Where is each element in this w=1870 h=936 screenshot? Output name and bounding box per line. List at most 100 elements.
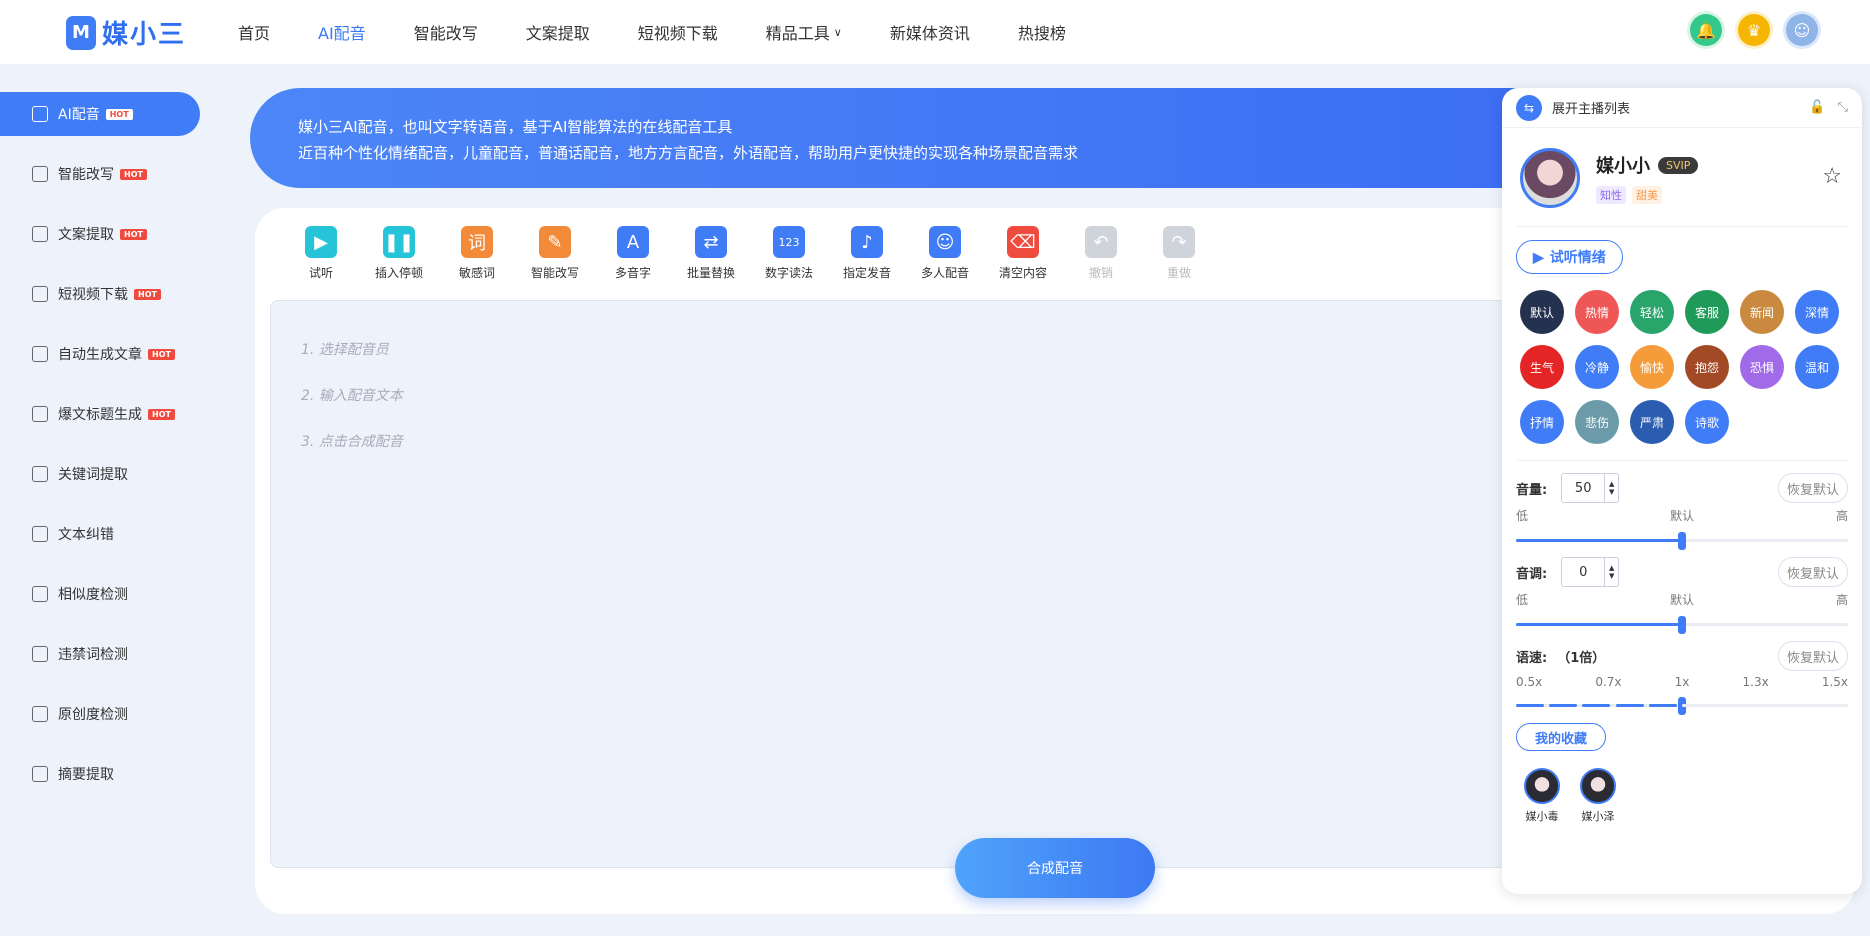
- placeholder-hint: 3. 点击合成配音: [301, 434, 403, 450]
- emotion-option[interactable]: 严肃: [1630, 400, 1674, 444]
- toolbar-button[interactable]: ⇄ 批量替换: [675, 226, 747, 281]
- toolbar-button[interactable]: ❚❚ 插入停顿: [363, 226, 435, 281]
- nav-item[interactable]: 短视频下载: [638, 20, 718, 44]
- emotion-option[interactable]: 深情: [1795, 290, 1839, 334]
- speaker-profile: 媒小小 SVIP 知性 甜美: [1520, 148, 1699, 208]
- nav-item[interactable]: 热搜榜: [1018, 20, 1066, 44]
- collapse-icon[interactable]: ⤡: [1838, 100, 1848, 115]
- pitch-reset-button[interactable]: 恢复默认: [1777, 557, 1848, 587]
- decrement-icon[interactable]: ▼: [1609, 572, 1614, 580]
- emotion-option[interactable]: 热情: [1575, 290, 1619, 334]
- toolbar-button[interactable]: ☺ 多人配音: [909, 226, 981, 281]
- sidebar-item[interactable]: 原创度检测: [0, 692, 210, 736]
- emotion-option[interactable]: 诗歌: [1685, 400, 1729, 444]
- sidebar-item[interactable]: 违禁词检测: [0, 632, 210, 676]
- unlock-icon[interactable]: 🔓: [1809, 100, 1825, 115]
- emotion-option[interactable]: 轻松: [1630, 290, 1674, 334]
- volume-slider[interactable]: [1516, 530, 1848, 550]
- emotion-option[interactable]: 抒情: [1520, 400, 1564, 444]
- toolbar-button[interactable]: ✎ 智能改写: [519, 226, 591, 281]
- nav-item[interactable]: 首页: [238, 20, 270, 44]
- sidebar-item-label: 文案提取: [58, 227, 114, 243]
- emotion-option[interactable]: 客服: [1685, 290, 1729, 334]
- emotion-option[interactable]: 默认: [1520, 290, 1564, 334]
- toolbar-button-label: 指定发音: [842, 266, 891, 280]
- emotion-option[interactable]: 生气: [1520, 345, 1564, 389]
- my-favorites-button[interactable]: 我的收藏: [1516, 723, 1607, 751]
- toolbar-button[interactable]: ▶ 试听: [285, 226, 357, 281]
- speed-reset-button[interactable]: 恢复默认: [1777, 641, 1848, 671]
- emotion-option[interactable]: 新闻: [1740, 290, 1784, 334]
- swap-icon[interactable]: ⇆: [1516, 94, 1542, 121]
- toolbar-button[interactable]: ↶ 撤销: [1065, 226, 1137, 281]
- sidebar-item-label: 文本纠错: [58, 527, 114, 543]
- user-avatar[interactable]: ☺: [1786, 14, 1818, 46]
- decrement-icon[interactable]: ▼: [1609, 488, 1614, 496]
- intro-banner: 媒小三AI配音，也叫文字转语音，基于AI智能算法的在线配音工具 近百种个性化情绪…: [250, 88, 1540, 188]
- toolbar-button[interactable]: A 多音字: [597, 226, 669, 281]
- volume-slider-thumb[interactable]: [1678, 532, 1686, 550]
- sidebar-item-label: 自动生成文章: [58, 347, 142, 363]
- nav-item[interactable]: 文案提取: [526, 20, 590, 44]
- listen-emotion-label: 试听情绪: [1549, 249, 1606, 265]
- emotion-option[interactable]: 冷静: [1575, 345, 1619, 389]
- star-icon[interactable]: ☆: [1822, 164, 1842, 189]
- logo[interactable]: M 媒小三: [66, 14, 186, 51]
- undo-icon: ↶: [1085, 226, 1117, 258]
- volume-stepper[interactable]: 50 ▲ ▼: [1561, 473, 1620, 503]
- bell-icon[interactable]: 🔔: [1690, 14, 1722, 46]
- sidebar-item[interactable]: 文案提取 HOT: [0, 212, 210, 256]
- pitch-stepper[interactable]: 0 ▲ ▼: [1561, 557, 1620, 587]
- toolbar-button[interactable]: ♪ 指定发音: [831, 226, 903, 281]
- favorite-speaker[interactable]: 媒小泽: [1580, 768, 1616, 824]
- nav-item[interactable]: 新媒体资讯: [890, 20, 970, 44]
- sidebar-item[interactable]: 智能改写 HOT: [0, 152, 210, 196]
- speed-segment: [1715, 704, 1744, 707]
- nav-item[interactable]: AI配音: [318, 20, 366, 44]
- toolbar-button-label: 插入停顿: [374, 266, 423, 280]
- toolbar-button[interactable]: 词敏感词: [441, 226, 513, 281]
- pitch-slider[interactable]: [1516, 614, 1848, 634]
- sidebar-item[interactable]: 爆文标题生成 HOT: [0, 392, 210, 436]
- pitch-value: 0: [1579, 564, 1588, 580]
- banner-line-1: 媒小三AI配音，也叫文字转语音，基于AI智能算法的在线配音工具: [298, 118, 733, 136]
- speed-segment: [1748, 704, 1777, 707]
- emotion-option[interactable]: 抱怨: [1685, 345, 1729, 389]
- increment-icon[interactable]: ▲: [1609, 564, 1614, 572]
- nav-item-label: 首页: [238, 24, 271, 43]
- play-icon: ▶: [1533, 248, 1544, 265]
- volume-reset-button[interactable]: 恢复默认: [1777, 473, 1848, 503]
- expand-speaker-list[interactable]: 展开主播列表: [1552, 98, 1630, 117]
- favorite-speaker[interactable]: 媒小毒: [1524, 768, 1560, 824]
- listen-emotion-button[interactable]: ▶ 试听情绪: [1516, 240, 1623, 274]
- emotion-option[interactable]: 悲伤: [1575, 400, 1619, 444]
- sidebar-item[interactable]: 短视频下载 HOT: [0, 272, 210, 316]
- placeholder-hint: 2. 输入配音文本: [301, 388, 403, 404]
- sidebar-item[interactable]: 文本纠错: [0, 512, 210, 556]
- toolbar-button[interactable]: 123 数字读法: [753, 226, 825, 281]
- nav-item[interactable]: 精品工具 ∨: [766, 20, 842, 44]
- crown-icon[interactable]: ♛: [1738, 14, 1770, 46]
- sidebar-item[interactable]: 关键词提取: [0, 452, 210, 496]
- increment-icon[interactable]: ▲: [1609, 480, 1614, 488]
- text-input-area[interactable]: 1. 选择配音员 2. 输入配音文本 3. 点击合成配音: [270, 300, 1560, 868]
- magnify-icon: [32, 586, 48, 602]
- sidebar-item[interactable]: 相似度检测: [0, 572, 210, 616]
- emotion-option[interactable]: 恐惧: [1740, 345, 1784, 389]
- emotion-option[interactable]: 愉快: [1630, 345, 1674, 389]
- toolbar-button[interactable]: ↷ 重做: [1143, 226, 1215, 281]
- synthesize-button[interactable]: 合成配音: [955, 838, 1155, 898]
- favorites-list: 媒小毒 媒小泽: [1524, 768, 1616, 824]
- toolbar-button[interactable]: ⌫ 清空内容: [987, 226, 1059, 281]
- document-icon: [32, 646, 48, 662]
- pitch-slider-thumb[interactable]: [1678, 616, 1686, 634]
- sidebar-item[interactable]: AI配音 HOT: [0, 92, 200, 136]
- sidebar-item[interactable]: 自动生成文章 HOT: [0, 332, 210, 376]
- speed-tick-label: 1.3x: [1742, 675, 1769, 689]
- nav-item[interactable]: 智能改写: [414, 20, 478, 44]
- emotion-option[interactable]: 温和: [1795, 345, 1839, 389]
- speed-slider[interactable]: [1516, 695, 1848, 715]
- broom-icon: ⌫: [1007, 226, 1039, 258]
- sidebar-item[interactable]: 摘要提取: [0, 752, 210, 796]
- favorite-name: 媒小泽: [1581, 810, 1615, 823]
